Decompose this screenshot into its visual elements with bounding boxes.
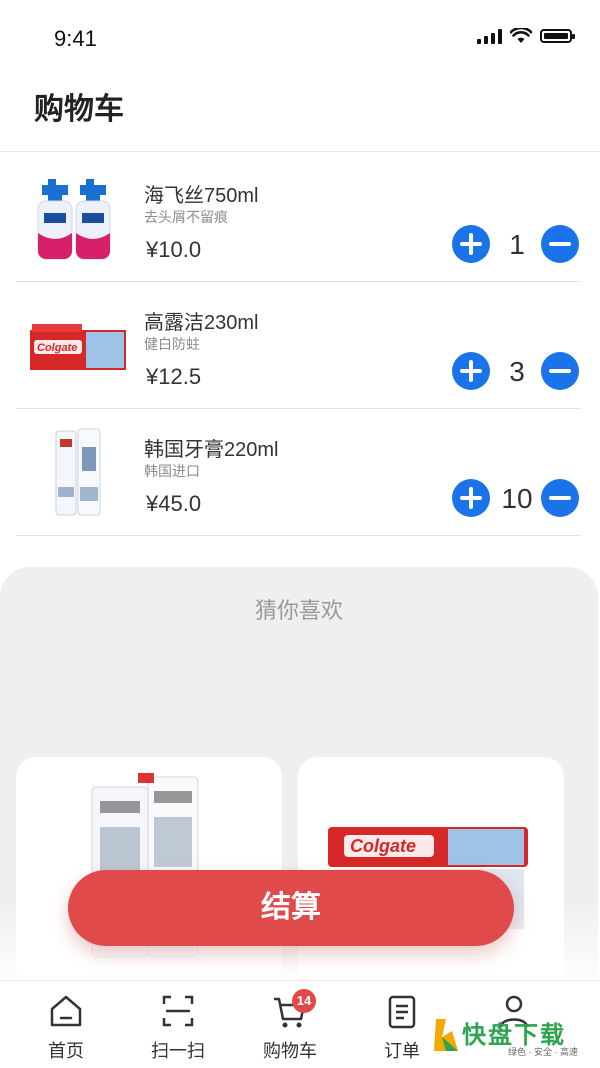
cart-count-badge: 14 [292, 989, 316, 1013]
quantity-value: 1 [509, 229, 525, 260]
decrease-quantity-button[interactable] [541, 225, 579, 263]
watermark-logo-icon [434, 1019, 458, 1051]
item-name: 韩国牙膏220ml [144, 439, 279, 461]
page-title: 购物车 [34, 93, 124, 126]
item-name: 海飞丝750ml [144, 185, 259, 207]
increase-quantity-button[interactable] [452, 225, 490, 263]
item-price: ¥12.5 [146, 364, 202, 389]
decrease-quantity-button[interactable] [541, 352, 579, 390]
shampoo-image [28, 173, 128, 263]
korean-toothpaste-image [28, 427, 128, 517]
battery-icon [540, 29, 575, 43]
header-divider [0, 151, 600, 152]
item-name: 高露洁230ml [144, 312, 259, 334]
item-price: ¥10.0 [146, 237, 202, 262]
tab-label: 扫一扫 [151, 1041, 205, 1061]
watermark-subtext: 绿色 · 安全 · 高速 [508, 1047, 578, 1057]
status-time: 9:41 [54, 26, 97, 51]
tab-label: 首页 [48, 1041, 84, 1061]
svg-text:Colgate: Colgate [37, 342, 77, 354]
item-desc: 去头屑不留痕 [144, 209, 228, 225]
watermark: 快盘下载 绿色 · 安全 · 高速 [432, 1015, 592, 1059]
signal-icon [477, 28, 502, 44]
decrease-quantity-button[interactable] [541, 479, 579, 517]
status-bar: 9:41 [0, 0, 600, 72]
tab-label: 订单 [384, 1041, 420, 1061]
tab-orders[interactable]: 订单 [362, 991, 442, 1063]
item-desc: 韩国进口 [144, 463, 200, 479]
svg-text:Colgate: Colgate [350, 836, 416, 856]
home-icon [50, 995, 82, 1027]
scan-icon [162, 995, 194, 1027]
checkout-button[interactable]: 结算 [68, 870, 514, 946]
cart-item[interactable]: Colgate 高露洁230ml 健白防蛀 ¥12.5 3 [16, 282, 580, 409]
cart-item[interactable]: 韩国牙膏220ml 韩国进口 ¥45.0 10 [16, 409, 580, 536]
status-icons [477, 28, 575, 44]
toothpaste-image: Colgate [28, 300, 128, 390]
increase-quantity-button[interactable] [452, 479, 490, 517]
recommend-title: 猜你喜欢 [254, 598, 343, 623]
item-price: ¥45.0 [146, 491, 202, 516]
cart-item[interactable]: 海飞丝750ml 去头屑不留痕 ¥10.0 1 [16, 155, 580, 282]
tab-home[interactable]: 首页 [26, 991, 106, 1063]
tab-cart[interactable]: 14 购物车 [250, 989, 330, 1063]
item-desc: 健白防蛀 [144, 336, 200, 352]
tab-scan[interactable]: 扫一扫 [138, 991, 218, 1063]
order-icon [388, 995, 416, 1029]
increase-quantity-button[interactable] [452, 352, 490, 390]
wifi-icon [510, 28, 532, 43]
quantity-value: 3 [509, 356, 525, 387]
quantity-value: 10 [501, 483, 533, 514]
tab-label: 购物车 [263, 1041, 317, 1061]
